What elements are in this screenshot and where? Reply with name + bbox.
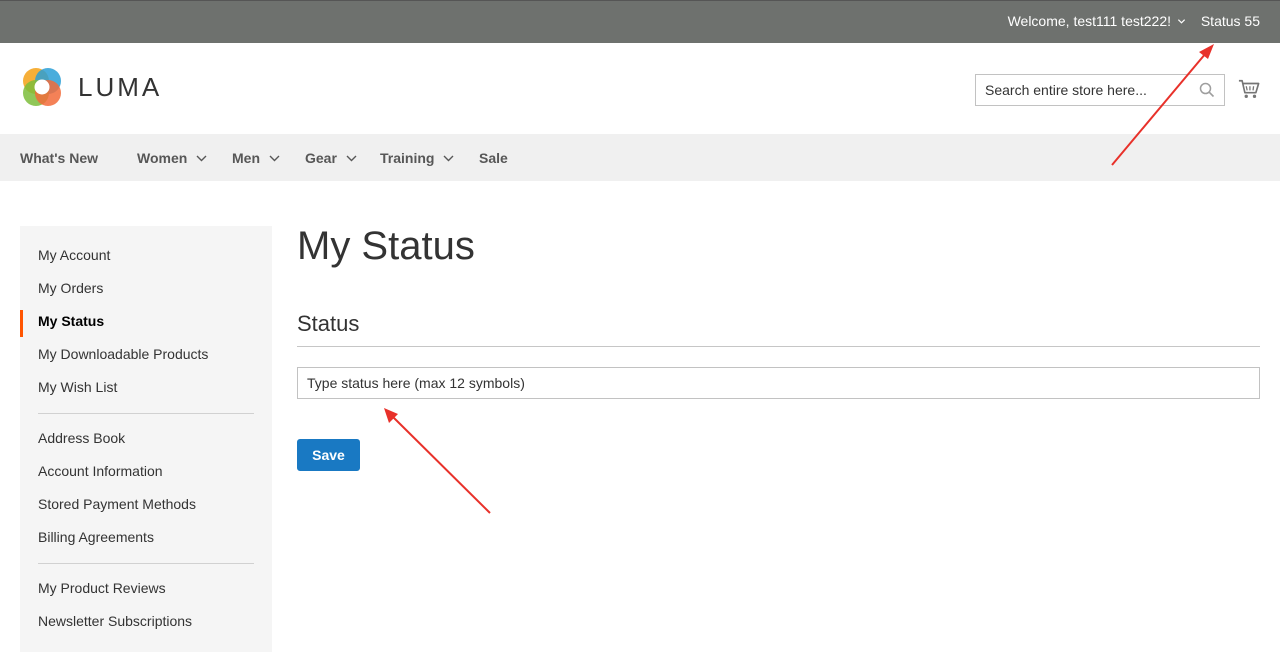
status-input[interactable] <box>297 367 1260 399</box>
sidebar-item-address-book[interactable]: Address Book <box>38 430 125 446</box>
nav-item-women[interactable]: Women <box>137 150 207 166</box>
main-navigation: What's New Women Men Gear Training Sale <box>0 134 1280 181</box>
section-title: Status <box>297 311 360 336</box>
sidebar-item-my-wish-list[interactable]: My Wish List <box>38 379 117 395</box>
sidebar-item-my-product-reviews[interactable]: My Product Reviews <box>38 580 166 596</box>
cart-icon[interactable] <box>1238 78 1260 100</box>
chevron-down-icon <box>269 155 280 161</box>
nav-item-label: Men <box>232 150 260 166</box>
nav-item-sale[interactable]: Sale <box>479 150 508 166</box>
nav-item-gear[interactable]: Gear <box>305 150 357 166</box>
sidebar-item-billing-agreements[interactable]: Billing Agreements <box>38 529 154 545</box>
nav-item-label: Training <box>380 150 435 166</box>
sidebar-item-my-orders[interactable]: My Orders <box>38 280 103 296</box>
chevron-down-icon <box>196 155 207 161</box>
search-icon[interactable] <box>1199 82 1215 98</box>
nav-item-men[interactable]: Men <box>232 150 280 166</box>
chevron-down-icon[interactable] <box>1177 17 1186 26</box>
save-button[interactable]: Save <box>297 439 360 471</box>
active-item-indicator <box>20 310 23 337</box>
sidebar-item-my-status: My Status <box>38 313 105 329</box>
page-title: My Status <box>297 224 475 268</box>
account-sidebar: My Account My Orders My Status My Downlo… <box>20 226 272 652</box>
sidebar-item-newsletter-subscriptions[interactable]: Newsletter Subscriptions <box>38 613 192 629</box>
sidebar-item-stored-payment-methods[interactable]: Stored Payment Methods <box>38 496 196 512</box>
logo[interactable]: LUMA <box>20 65 162 109</box>
search-box <box>975 74 1225 106</box>
section-divider <box>297 346 1260 347</box>
nav-item-label: What's New <box>20 150 99 166</box>
luma-logo-icon <box>23 68 61 106</box>
welcome-message: Welcome, test111 test222! <box>1007 13 1171 29</box>
sidebar-item-my-downloadable-products[interactable]: My Downloadable Products <box>38 346 208 362</box>
sidebar-item-account-information[interactable]: Account Information <box>38 463 163 479</box>
sidebar-divider <box>38 413 254 414</box>
page-header: LUMA <box>0 43 1280 134</box>
top-panel: Welcome, test111 test222! Status 55 <box>0 0 1280 43</box>
search-input[interactable] <box>976 75 1186 105</box>
nav-item-label: Sale <box>479 150 508 166</box>
status-link[interactable]: Status 55 <box>1201 13 1260 29</box>
nav-item-training[interactable]: Training <box>380 150 454 166</box>
nav-item-label: Women <box>137 150 188 166</box>
chevron-down-icon <box>346 155 357 161</box>
sidebar-item-my-account[interactable]: My Account <box>38 247 110 263</box>
logo-text: LUMA <box>78 71 163 102</box>
sidebar-divider <box>38 563 254 564</box>
chevron-down-icon <box>443 155 454 161</box>
annotation-arrow <box>384 408 491 514</box>
customer-welcome-menu[interactable]: Welcome, test111 test222! <box>1008 13 1186 29</box>
nav-item-label: Gear <box>305 150 337 166</box>
nav-item-whats-new[interactable]: What's New <box>20 150 98 166</box>
